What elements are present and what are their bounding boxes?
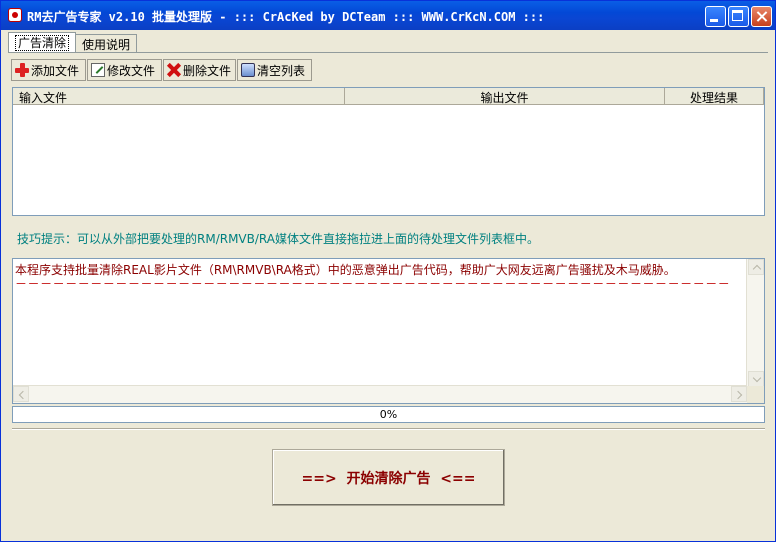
tab-label: 使用说明	[82, 38, 131, 52]
divider	[12, 428, 765, 430]
tab-instructions[interactable]: 使用说明	[75, 34, 138, 52]
window-title: RM去广告专家 v2.10 批量处理版 - ::: CrAcKed by DCT…	[27, 10, 545, 24]
add-icon	[15, 63, 29, 77]
scroll-down-icon[interactable]	[748, 371, 764, 387]
column-result[interactable]: 处理结果	[665, 88, 764, 105]
minimize-button[interactable]	[705, 6, 726, 27]
tab-ad-clean[interactable]: 广告清除	[8, 32, 77, 53]
edit-file-button[interactable]: 修改文件	[87, 59, 162, 81]
progress-bar: 0%	[12, 406, 765, 423]
delete-file-button[interactable]: 删除文件	[163, 59, 236, 81]
horizontal-scrollbar[interactable]	[13, 385, 747, 403]
vertical-scrollbar[interactable]	[746, 259, 764, 387]
clear-list-button[interactable]: 清空列表	[237, 59, 312, 81]
add-file-button[interactable]: 添加文件	[11, 59, 86, 81]
info-box[interactable]: 本程序支持批量清除REAL影片文件（RM\RMVB\RA格式）中的恶意弹出广告代…	[12, 258, 765, 404]
edit-file-label: 修改文件	[107, 63, 156, 78]
column-output-file[interactable]: 输出文件	[345, 88, 665, 105]
info-divider: －－－－－－－－－－－－－－－－－－－－－－－－－－－－－－－－－－－－－－－－…	[15, 277, 731, 291]
main-window: RM去广告专家 v2.10 批量处理版 - ::: CrAcKed by DCT…	[0, 0, 776, 542]
scroll-right-icon[interactable]	[731, 386, 747, 402]
clear-icon	[241, 63, 255, 77]
start-clean-label: ==> 开始清除广告 <==	[301, 470, 476, 487]
file-list[interactable]: 输入文件 输出文件 处理结果	[12, 87, 765, 216]
tip-text: 技巧提示：可以从外部把要处理的RM/RMVB/RA媒体文件直接拖拉进上面的待处理…	[17, 232, 539, 246]
app-icon[interactable]	[8, 8, 22, 22]
tab-label: 广告清除	[15, 35, 70, 51]
maximize-button[interactable]	[728, 6, 749, 27]
title-bar[interactable]: RM去广告专家 v2.10 批量处理版 - ::: CrAcKed by DCT…	[1, 1, 775, 30]
start-clean-button[interactable]: ==> 开始清除广告 <==	[272, 449, 505, 506]
add-file-label: 添加文件	[31, 63, 80, 78]
column-input-file[interactable]: 输入文件	[13, 88, 345, 105]
scroll-corner	[747, 386, 764, 403]
tab-panel-border	[8, 52, 768, 53]
delete-file-label: 删除文件	[183, 63, 232, 78]
file-list-header: 输入文件 输出文件 处理结果	[13, 88, 764, 105]
progress-label: 0%	[379, 408, 398, 421]
delete-icon	[167, 63, 181, 77]
edit-icon	[91, 63, 105, 77]
scroll-up-icon[interactable]	[748, 259, 764, 275]
scroll-left-icon[interactable]	[13, 386, 29, 402]
clear-list-label: 清空列表	[257, 63, 306, 78]
close-button[interactable]	[751, 6, 772, 27]
